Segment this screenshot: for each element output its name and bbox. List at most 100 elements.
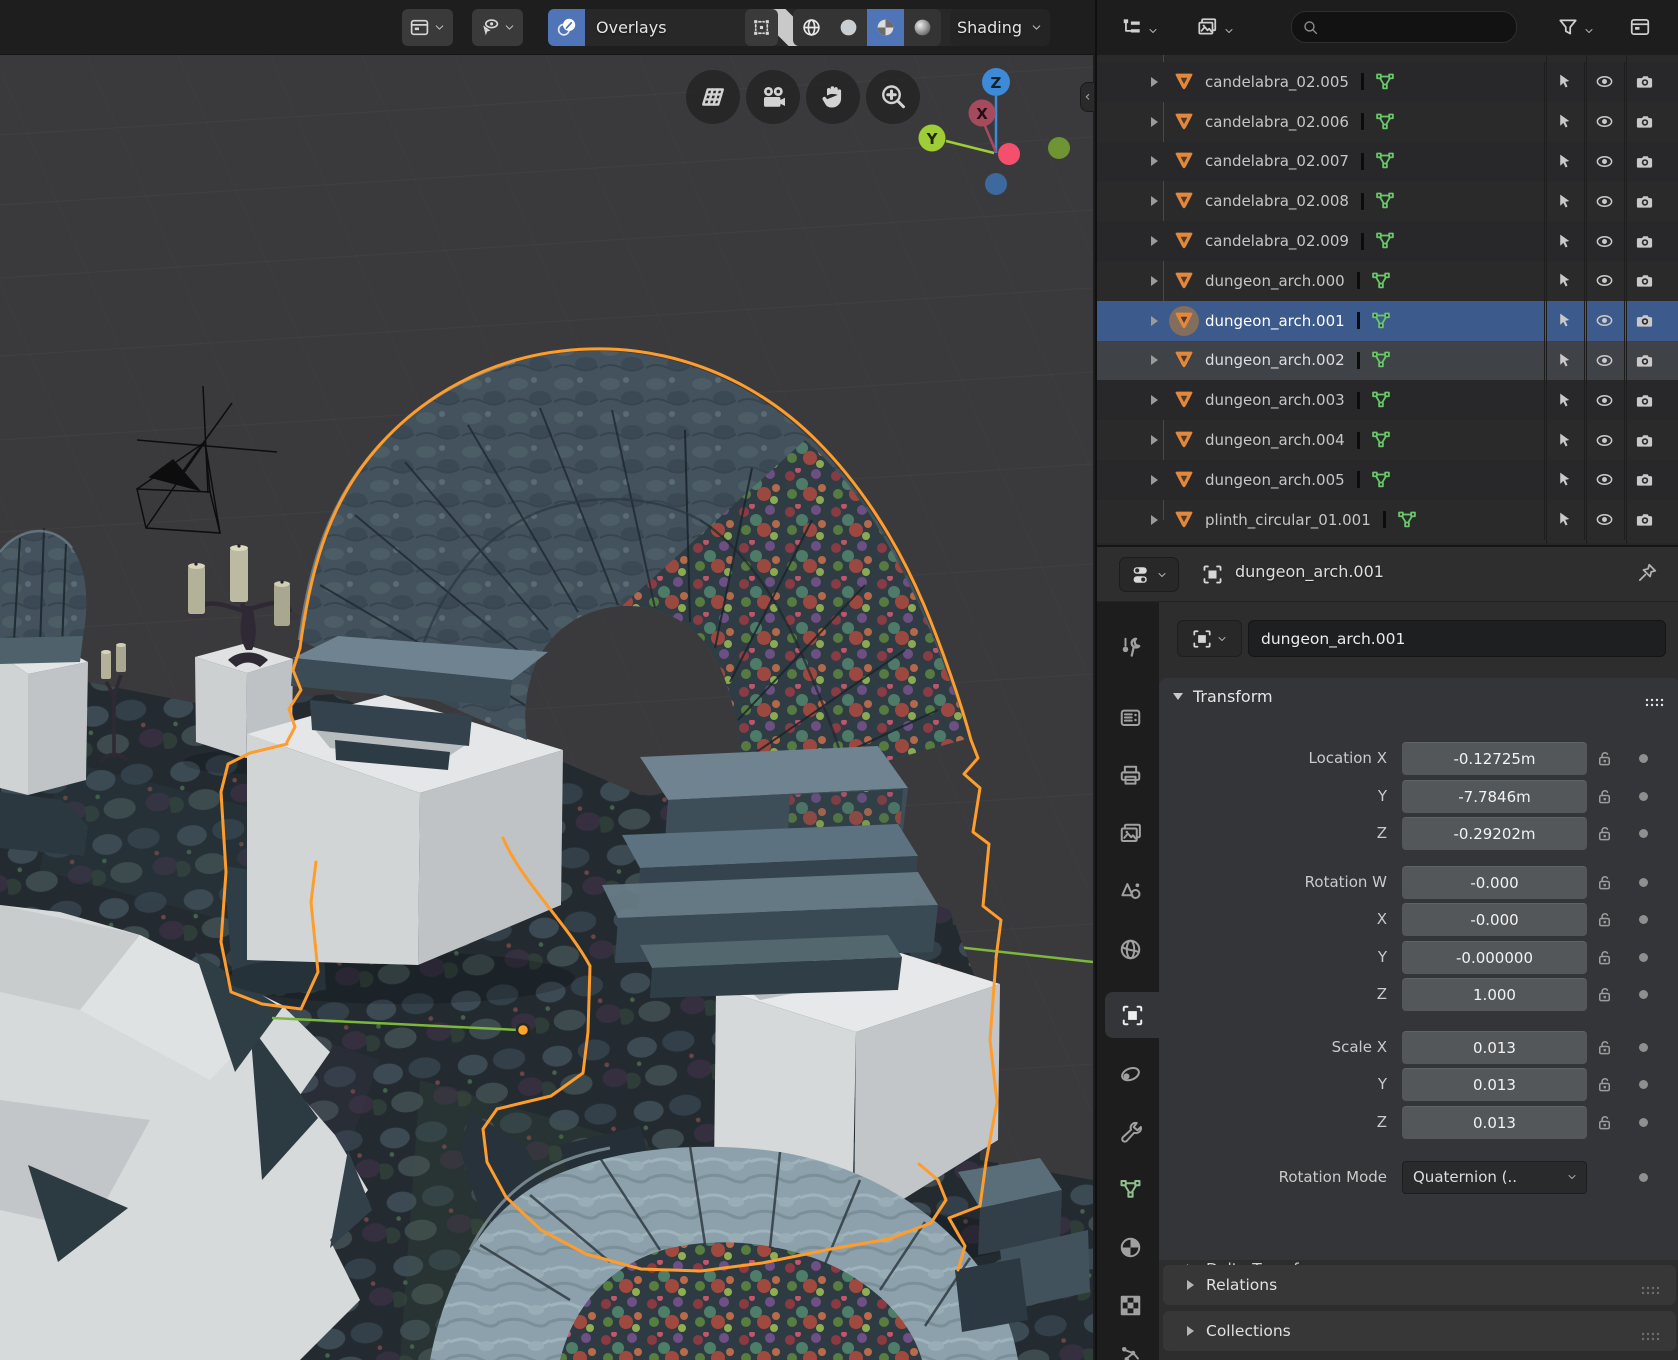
outliner-row-candelabra_02.006[interactable]: candelabra_02.006 — [1097, 102, 1678, 142]
shading-rendered-button[interactable] — [904, 9, 941, 46]
panel-grip-dots[interactable] — [1640, 1281, 1664, 1290]
selectable-pointer-icon[interactable] — [1555, 391, 1574, 410]
lock-open-icon[interactable] — [1595, 824, 1614, 843]
selectable-pointer-icon[interactable] — [1555, 192, 1574, 211]
value-field[interactable]: -0.000 — [1402, 903, 1587, 936]
lock-open-icon[interactable] — [1595, 749, 1614, 768]
animate-decorator-dot[interactable] — [1639, 915, 1648, 924]
lock-open-icon[interactable] — [1595, 1075, 1614, 1094]
visibility-eye-icon[interactable] — [1595, 311, 1614, 330]
visibility-eye-icon[interactable] — [1595, 232, 1614, 251]
expand-arrow-icon[interactable] — [1151, 435, 1158, 445]
section-header-relations[interactable]: Relations — [1163, 1265, 1676, 1305]
selectable-pointer-icon[interactable] — [1555, 510, 1574, 529]
expand-arrow-icon[interactable] — [1151, 117, 1158, 127]
pin-icon[interactable] — [1636, 562, 1658, 584]
value-field[interactable]: -0.000000 — [1402, 941, 1587, 974]
visibility-eye-icon[interactable] — [1595, 470, 1614, 489]
render-camera-icon[interactable] — [1635, 510, 1654, 529]
render-camera-icon[interactable] — [1635, 431, 1654, 450]
shading-solid-button[interactable] — [830, 9, 867, 46]
expand-arrow-icon[interactable] — [1151, 316, 1158, 326]
transform-panel-header[interactable]: Transform — [1159, 678, 1678, 714]
animate-decorator-dot[interactable] — [1639, 1080, 1648, 1089]
value-field[interactable]: -0.000 — [1402, 866, 1587, 899]
chevron-down-icon[interactable] — [1583, 22, 1595, 34]
visibility-eye-icon[interactable] — [1595, 192, 1614, 211]
filter-type-icon[interactable] — [1196, 16, 1218, 38]
animate-decorator-dot[interactable] — [1639, 829, 1648, 838]
visibility-eye-icon[interactable] — [1595, 271, 1614, 290]
lock-open-icon[interactable] — [1595, 948, 1614, 967]
selectable-pointer-icon[interactable] — [1555, 470, 1574, 489]
animate-decorator-dot[interactable] — [1639, 1043, 1648, 1052]
move-view-button[interactable] — [806, 70, 860, 124]
value-field[interactable]: -0.12725m — [1402, 742, 1587, 775]
gizmos-dropdown[interactable] — [472, 9, 523, 46]
expand-arrow-icon[interactable] — [1151, 276, 1158, 286]
panel-grip-dots[interactable] — [1644, 692, 1668, 701]
render-camera-icon[interactable] — [1635, 192, 1654, 211]
render-camera-icon[interactable] — [1635, 311, 1654, 330]
selectable-pointer-icon[interactable] — [1555, 72, 1574, 91]
selectable-pointer-icon[interactable] — [1555, 152, 1574, 171]
selectable-pointer-icon[interactable] — [1555, 271, 1574, 290]
section-header-collections[interactable]: Collections — [1163, 1311, 1676, 1351]
gizmo-y-neg-axis[interactable] — [1048, 137, 1070, 159]
expand-arrow-icon[interactable] — [1151, 236, 1158, 246]
object-origin-dot[interactable] — [517, 1024, 529, 1036]
value-field[interactable]: -7.7846m — [1402, 780, 1587, 813]
selectable-pointer-icon[interactable] — [1555, 112, 1574, 131]
3d-viewport[interactable]: Overlays Shading — [0, 0, 1093, 1360]
render-camera-icon[interactable] — [1635, 470, 1654, 489]
value-field[interactable]: 0.013 — [1402, 1031, 1587, 1064]
chevron-down-icon[interactable] — [1147, 22, 1159, 34]
value-field[interactable]: 0.013 — [1402, 1068, 1587, 1101]
selectable-pointer-icon[interactable] — [1555, 351, 1574, 370]
outliner-row-dungeon_arch.003[interactable]: dungeon_arch.003 — [1097, 380, 1678, 420]
editor-type-icon[interactable] — [1629, 16, 1651, 38]
visibility-eye-icon[interactable] — [1595, 391, 1614, 410]
view-object-types-dropdown[interactable] — [402, 9, 453, 46]
render-camera-icon[interactable] — [1635, 271, 1654, 290]
tab-modifiers[interactable] — [1105, 1108, 1155, 1154]
tab-texture[interactable] — [1105, 1282, 1155, 1328]
shading-wireframe-button[interactable] — [793, 9, 830, 46]
tab-render[interactable] — [1105, 694, 1155, 740]
expand-arrow-icon[interactable] — [1151, 515, 1158, 525]
outliner-row-plinth_circular_01.001[interactable]: plinth_circular_01.001 — [1097, 500, 1678, 540]
animate-decorator-dot[interactable] — [1639, 990, 1648, 999]
tab-view-layer[interactable] — [1105, 810, 1155, 856]
animate-decorator-dot[interactable] — [1639, 878, 1648, 887]
expand-arrow-icon[interactable] — [1151, 156, 1158, 166]
visibility-eye-icon[interactable] — [1595, 72, 1614, 91]
render-camera-icon[interactable] — [1635, 351, 1654, 370]
expand-arrow-icon[interactable] — [1151, 395, 1158, 405]
outliner-row-dungeon_arch.001[interactable]: dungeon_arch.001 — [1097, 301, 1678, 341]
visibility-eye-icon[interactable] — [1595, 510, 1614, 529]
animate-decorator-dot[interactable] — [1639, 1118, 1648, 1127]
sidebar-collapse-arrow[interactable]: ‹ — [1080, 82, 1094, 112]
search-input[interactable] — [1325, 19, 1506, 35]
object-id-dropdown[interactable] — [1177, 620, 1242, 657]
tab-world[interactable] — [1105, 926, 1155, 972]
outliner-row-candelabra_02.005[interactable]: candelabra_02.005 — [1097, 62, 1678, 102]
value-field[interactable]: 0.013 — [1402, 1106, 1587, 1139]
outliner-row-dungeon_arch.005[interactable]: dungeon_arch.005 — [1097, 460, 1678, 500]
outliner-row-dungeon_arch.000[interactable]: dungeon_arch.000 — [1097, 261, 1678, 301]
tab-object[interactable] — [1105, 992, 1159, 1038]
tab-material[interactable] — [1105, 1224, 1155, 1270]
chevron-down-icon[interactable] — [1223, 22, 1235, 34]
render-camera-icon[interactable] — [1635, 391, 1654, 410]
lock-open-icon[interactable] — [1595, 910, 1614, 929]
panel-grip-dots[interactable] — [1640, 1327, 1664, 1336]
value-field[interactable]: -0.29202m — [1402, 817, 1587, 850]
visibility-eye-icon[interactable] — [1595, 152, 1614, 171]
selectable-pointer-icon[interactable] — [1555, 431, 1574, 450]
expand-arrow-icon[interactable] — [1151, 475, 1158, 485]
xray-toggle[interactable] — [745, 9, 778, 46]
camera-view-button[interactable] — [746, 70, 800, 124]
lock-open-icon[interactable] — [1595, 985, 1614, 1004]
render-camera-icon[interactable] — [1635, 152, 1654, 171]
expand-arrow-icon[interactable] — [1151, 355, 1158, 365]
